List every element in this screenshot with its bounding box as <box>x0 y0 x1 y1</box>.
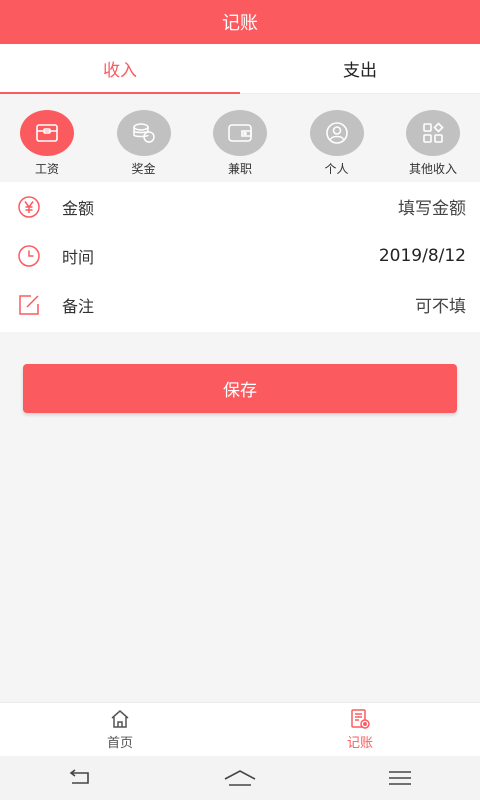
category-parttime[interactable]: 兼职 <box>211 94 269 180</box>
note-row[interactable]: 备注 可不填 <box>0 280 480 329</box>
menu-icon[interactable] <box>380 763 420 793</box>
wallet-icon <box>36 124 58 142</box>
save-button[interactable]: 保存 <box>23 364 457 413</box>
category-salary-label: 工资 <box>34 162 59 176</box>
category-personal-circle <box>309 110 364 156</box>
edit-icon <box>16 292 42 318</box>
category-salary-circle <box>20 110 74 156</box>
note-label: 备注 <box>62 296 95 316</box>
person-icon <box>325 122 348 144</box>
category-other-income[interactable]: 其他收入 <box>404 94 462 180</box>
time-value[interactable]: 2019/8/12 <box>379 246 466 266</box>
yen-icon <box>16 194 42 220</box>
back-icon[interactable] <box>60 763 100 793</box>
category-parttime-circle <box>213 110 267 156</box>
category-salary[interactable]: 工资 <box>18 94 76 180</box>
grid-icon <box>423 122 444 143</box>
category-other-income-circle <box>406 110 460 156</box>
save-button-label: 保存 <box>223 381 257 401</box>
coins-icon <box>132 123 155 143</box>
system-nav-bar <box>0 756 480 800</box>
nav-ledger-label: 记账 <box>346 736 373 751</box>
tab-income-label: 收入 <box>103 61 137 81</box>
clock-icon <box>16 243 42 269</box>
entry-form: 金额 填写金额 时间 2019/8/12 备注 可不填 <box>0 182 480 332</box>
tab-expense[interactable]: 支出 <box>240 44 480 93</box>
nav-item-home[interactable]: 首页 <box>0 703 240 756</box>
category-personal-label: 个人 <box>324 162 349 176</box>
nav-home-label: 首页 <box>106 736 133 751</box>
home-icon <box>111 710 129 728</box>
note-input[interactable]: 可不填 <box>415 292 466 317</box>
ledger-icon <box>351 709 370 729</box>
type-tabs: 收入 支出 <box>0 44 480 94</box>
page-title: 记账 <box>222 13 258 34</box>
nav-item-ledger[interactable]: 记账 <box>240 703 480 756</box>
category-personal[interactable]: 个人 <box>308 94 366 180</box>
category-other-income-label: 其他收入 <box>408 162 457 176</box>
amount-row[interactable]: 金额 填写金额 <box>0 182 480 231</box>
tab-income[interactable]: 收入 <box>0 44 240 94</box>
category-bonus[interactable]: 奖金 <box>115 94 173 180</box>
category-bonus-circle <box>116 110 171 156</box>
category-bonus-label: 奖金 <box>131 162 156 176</box>
time-label: 时间 <box>62 247 95 267</box>
amount-input[interactable]: 填写金额 <box>398 194 466 219</box>
category-selector: 工资 奖金 兼职 个人 其他收入 <box>0 94 480 180</box>
tab-expense-label: 支出 <box>343 61 377 81</box>
amount-label: 金额 <box>62 198 95 218</box>
bottom-nav: 首页 记账 <box>0 702 480 756</box>
time-row[interactable]: 时间 2019/8/12 <box>0 231 480 280</box>
category-parttime-label: 兼职 <box>227 162 252 176</box>
app-title-bar: 记账 <box>0 0 480 44</box>
purse-icon <box>228 124 252 142</box>
home-key-icon[interactable] <box>220 763 260 793</box>
